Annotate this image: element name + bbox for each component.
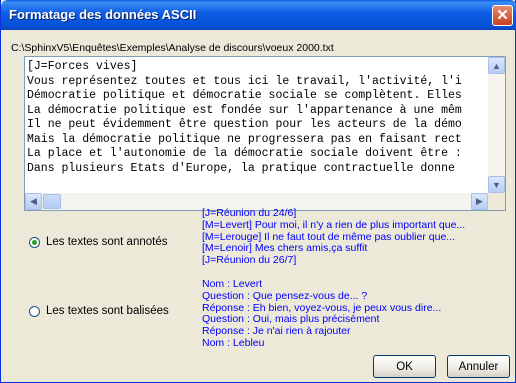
- text-preview-content: [J=Forces vives] Vous représentez toutes…: [27, 60, 485, 194]
- text-line: La place et l'autonomie de la démocratie…: [27, 147, 462, 160]
- scroll-down-button[interactable]: ▼: [488, 176, 505, 193]
- text-preview-box[interactable]: [J=Forces vives] Vous représentez toutes…: [24, 56, 506, 211]
- scrollbar-corner: [488, 193, 505, 210]
- text-line: Vous représentez toutes et tous ici le t…: [27, 74, 462, 88]
- text-line: Démocratie politique et démocratie socia…: [27, 89, 462, 102]
- text-line: Dans plusieurs Etats d'Europe, la pratiq…: [27, 161, 455, 175]
- radio-annotated-circle[interactable]: [29, 236, 40, 248]
- text-line: Mais la démocratie politique ne progress…: [27, 132, 462, 146]
- tagged-example: Nom : Levert Question : Que pensez-vous …: [202, 278, 441, 350]
- dialog-window: Formatage des données ASCII ✕ C:\SphinxV…: [0, 0, 516, 383]
- horizontal-scroll-thumb[interactable]: [43, 194, 61, 209]
- vertical-scrollbar[interactable]: ▲ ▼: [488, 57, 505, 193]
- radio-annotated-label: Les textes sont annotés: [46, 236, 168, 248]
- text-line: La démocratie politique est fondée sur l…: [27, 103, 462, 117]
- text-line: [J=Forces vives]: [27, 60, 138, 73]
- close-button[interactable]: ✕: [492, 5, 513, 26]
- annotated-example-line: [J=Réunion du 26/7]: [202, 254, 297, 267]
- radio-tagged-label: Les textes sont balisées: [46, 305, 169, 317]
- text-line: Il ne peut évidemment être question pour…: [27, 118, 462, 131]
- window-title: Formatage des données ASCII: [9, 7, 197, 22]
- tagged-example-line: Question : Que pensez-vous de... ?: [202, 289, 368, 302]
- cancel-button[interactable]: Annuler: [447, 355, 510, 378]
- close-icon: ✕: [496, 7, 509, 24]
- file-path-label: C:\SphinxV5\Enquêtes\Exemples\Analyse de…: [11, 42, 334, 54]
- chevron-right-icon: ▶: [476, 196, 483, 206]
- radio-annotated[interactable]: Les textes sont annotés: [29, 236, 167, 248]
- tagged-example-line: Nom : Lebleu: [202, 336, 265, 349]
- annotated-example-line: [M=Levert] Pour moi, il n'y a rien de pl…: [202, 218, 466, 231]
- chevron-up-icon: ▲: [492, 60, 501, 71]
- scroll-right-button[interactable]: ▶: [471, 193, 488, 210]
- annotated-example: [J=Réunion du 24/6] [M=Levert] Pour moi,…: [202, 207, 466, 267]
- radio-selected-dot: [32, 239, 37, 245]
- title-bar[interactable]: Formatage des données ASCII ✕: [1, 0, 516, 30]
- ok-button[interactable]: OK: [373, 355, 436, 378]
- scroll-left-button[interactable]: ◀: [25, 193, 42, 210]
- radio-tagged-circle[interactable]: [29, 305, 40, 317]
- radio-tagged[interactable]: Les textes sont balisées: [29, 305, 169, 317]
- scroll-up-button[interactable]: ▲: [488, 57, 505, 74]
- chevron-down-icon: ▼: [492, 179, 501, 190]
- chevron-left-icon: ◀: [30, 196, 37, 206]
